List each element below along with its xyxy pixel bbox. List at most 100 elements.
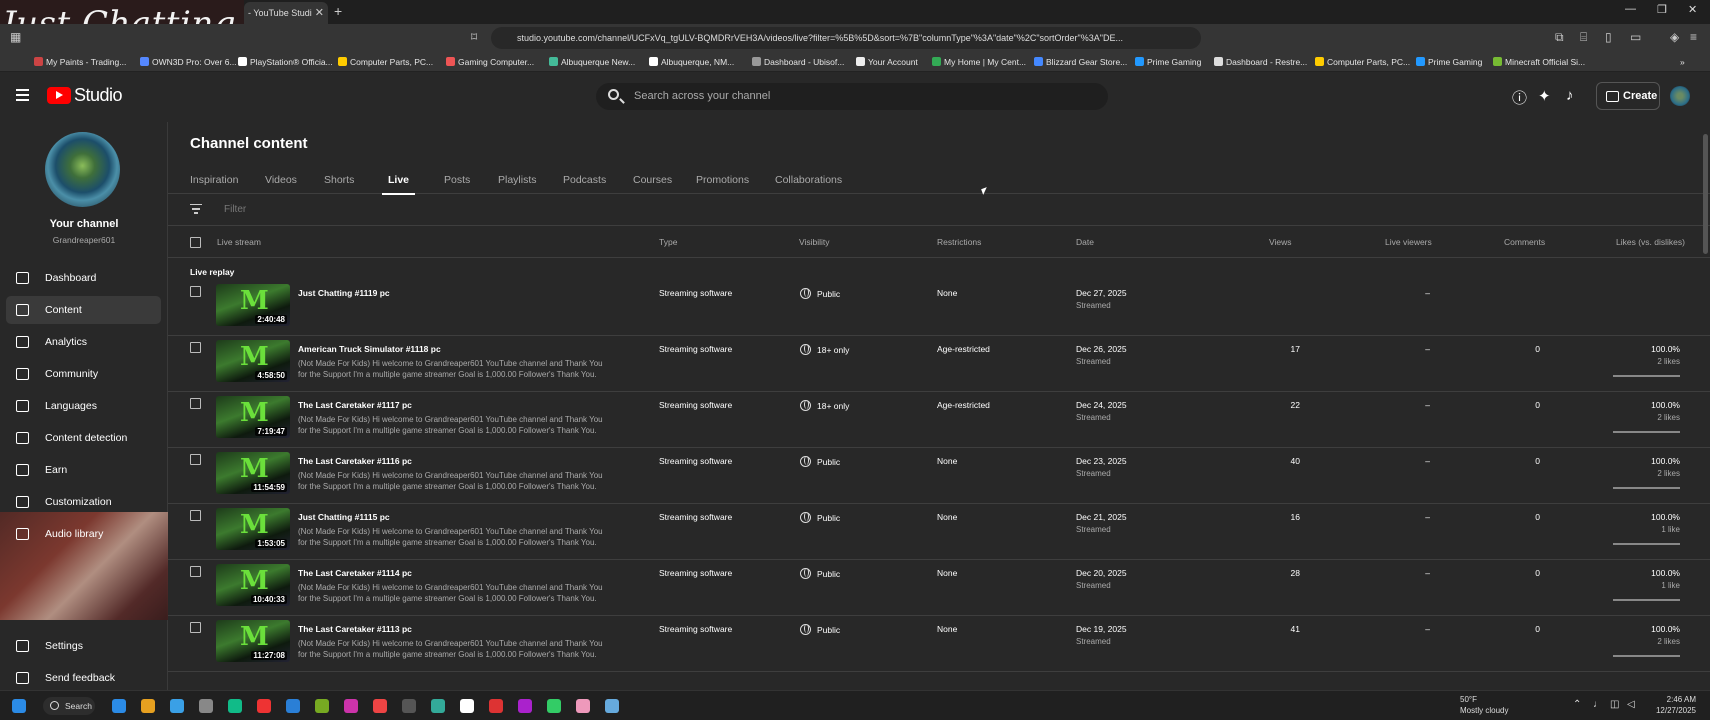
network-icon[interactable]: ◫ bbox=[1610, 699, 1619, 710]
table-row[interactable]: M 1:53:05 Just Chatting #1115 pc (Not Made … bbox=[168, 504, 1710, 560]
tab-close-icon[interactable]: ✕ bbox=[315, 2, 324, 24]
video-title[interactable]: The Last Caretaker #1114 pc bbox=[298, 568, 412, 578]
channel-avatar[interactable] bbox=[45, 132, 120, 207]
video-thumbnail[interactable]: M 2:40:48 bbox=[216, 284, 290, 326]
visibility-cell[interactable]: 18+ only bbox=[800, 344, 849, 355]
bookmark-item[interactable]: Dashboard - Restre... bbox=[1214, 52, 1307, 72]
taskbar-app-icon[interactable] bbox=[315, 699, 329, 713]
table-row[interactable]: M 11:27:08 The Last Caretaker #1113 pc (Not… bbox=[168, 616, 1710, 672]
sparkle-icon[interactable]: ✦ bbox=[1538, 87, 1551, 105]
visibility-cell[interactable]: Public bbox=[800, 624, 840, 635]
tab-inspiration[interactable]: Inspiration bbox=[190, 174, 238, 186]
taskbar-app-icon[interactable] bbox=[576, 699, 590, 713]
bookmark-item[interactable]: Your Account bbox=[856, 52, 918, 72]
taskbar-search[interactable]: Search bbox=[43, 697, 95, 715]
filter-icon[interactable] bbox=[190, 204, 202, 214]
taskbar-app-icon[interactable] bbox=[344, 699, 358, 713]
bookmark-item[interactable]: Albuquerque New... bbox=[549, 52, 635, 72]
bookmark-item[interactable]: Computer Parts, PC... bbox=[1315, 52, 1410, 72]
taskbar-app-icon[interactable] bbox=[460, 699, 474, 713]
video-thumbnail[interactable]: M 1:53:05 bbox=[216, 508, 290, 550]
sidebar-icon[interactable]: ▯ bbox=[1605, 30, 1612, 44]
clock[interactable]: 2:46 AM 12/27/2025 bbox=[1648, 694, 1696, 716]
browser-tab[interactable]: - YouTube Studi ✕ bbox=[244, 2, 328, 24]
sidebar-item-dashboard[interactable]: Dashboard bbox=[6, 264, 161, 292]
filter-bar[interactable]: Filter bbox=[168, 194, 1710, 226]
url-input[interactable]: studio.youtube.com/channel/UCFxVq_tgULV-… bbox=[491, 27, 1201, 49]
video-title[interactable]: Just Chatting #1115 pc bbox=[298, 512, 390, 522]
table-row[interactable]: M 2:40:48 Just Chatting #1119 pc Streaming … bbox=[168, 280, 1710, 336]
col-date[interactable]: Date bbox=[1076, 237, 1094, 247]
translate-icon[interactable]: ⌸ bbox=[1580, 30, 1587, 45]
create-button[interactable]: Create bbox=[1596, 82, 1660, 110]
studio-logo-text[interactable]: Studio bbox=[74, 85, 123, 106]
table-row[interactable]: M 11:54:59 The Last Caretaker #1116 pc (Not… bbox=[168, 448, 1710, 504]
bookmark-item[interactable]: Prime Gaming bbox=[1135, 52, 1201, 72]
taskbar-app-icon[interactable] bbox=[112, 699, 126, 713]
visibility-cell[interactable]: 18+ only bbox=[800, 400, 849, 411]
taskbar-app-icon[interactable] bbox=[257, 699, 271, 713]
bookmark-item[interactable]: Blizzard Gear Store... bbox=[1034, 52, 1127, 72]
extension-icon[interactable]: ⧉ bbox=[1555, 30, 1564, 45]
taskbar-app-icon[interactable] bbox=[373, 699, 387, 713]
tab-playlists[interactable]: Playlists bbox=[498, 174, 537, 186]
bookmark-item[interactable]: My Paints - Trading... bbox=[34, 52, 126, 72]
bookmark-item[interactable]: Prime Gaming bbox=[1416, 52, 1482, 72]
tab-collaborations[interactable]: Collaborations bbox=[775, 174, 842, 186]
row-checkbox[interactable] bbox=[190, 342, 201, 353]
taskbar-app-icon[interactable] bbox=[431, 699, 445, 713]
taskbar-app-icon[interactable] bbox=[518, 699, 532, 713]
taskbar-app-icon[interactable] bbox=[547, 699, 561, 713]
video-title[interactable]: The Last Caretaker #1116 pc bbox=[298, 456, 412, 466]
table-row[interactable]: M 7:19:47 The Last Caretaker #1117 pc (Not … bbox=[168, 392, 1710, 448]
row-checkbox[interactable] bbox=[190, 566, 201, 577]
tab-posts[interactable]: Posts bbox=[444, 174, 470, 186]
taskbar-app-icon[interactable] bbox=[228, 699, 242, 713]
weather-widget[interactable]: 50°F Mostly cloudy bbox=[1460, 694, 1508, 716]
row-checkbox[interactable] bbox=[190, 454, 201, 465]
taskbar-app-icon[interactable] bbox=[605, 699, 619, 713]
mic-icon[interactable]: ♩ bbox=[1593, 699, 1603, 710]
new-tab-button[interactable]: + bbox=[334, 3, 342, 19]
bookmarks-more-icon[interactable]: » bbox=[1680, 52, 1685, 72]
video-title[interactable]: The Last Caretaker #1113 pc bbox=[298, 624, 412, 634]
taskbar-app-icon[interactable] bbox=[170, 699, 184, 713]
video-title[interactable]: American Truck Simulator #1118 pc bbox=[298, 344, 441, 354]
taskbar-app-icon[interactable] bbox=[489, 699, 503, 713]
sidebar-item-send-feedback[interactable]: Send feedback bbox=[6, 664, 161, 692]
shield-icon[interactable]: ◈ bbox=[1670, 30, 1679, 44]
tray-chevron-icon[interactable]: ⌃ bbox=[1573, 699, 1581, 710]
row-checkbox[interactable] bbox=[190, 398, 201, 409]
sidebar-item-audio-library[interactable]: Audio library bbox=[6, 520, 161, 548]
browser-menu-icon[interactable]: ≡ bbox=[1690, 30, 1697, 44]
bookmark-item[interactable]: Computer Parts, PC... bbox=[338, 52, 433, 72]
tab-courses[interactable]: Courses bbox=[633, 174, 672, 186]
sidebar-item-earn[interactable]: Earn bbox=[6, 456, 161, 484]
visibility-cell[interactable]: Public bbox=[800, 288, 840, 299]
bookmark-item[interactable]: Albuquerque, NM... bbox=[649, 52, 734, 72]
scrollbar[interactable] bbox=[1703, 134, 1708, 254]
visibility-cell[interactable]: Public bbox=[800, 512, 840, 523]
sidebar-item-languages[interactable]: Languages bbox=[6, 392, 161, 420]
filter-input[interactable]: Filter bbox=[224, 204, 246, 215]
video-thumbnail[interactable]: M 10:40:33 bbox=[216, 564, 290, 606]
your-channel-label[interactable]: Your channel bbox=[0, 218, 168, 230]
table-row[interactable]: M 4:58:50 American Truck Simulator #1118 p… bbox=[168, 336, 1710, 392]
volume-icon[interactable]: ◁ bbox=[1627, 699, 1635, 710]
tab-live[interactable]: Live bbox=[381, 174, 416, 195]
sidebar-item-analytics[interactable]: Analytics bbox=[6, 328, 161, 356]
sidebar-item-community[interactable]: Community bbox=[6, 360, 161, 388]
select-all-checkbox[interactable] bbox=[190, 237, 201, 248]
account-avatar[interactable] bbox=[1670, 86, 1690, 106]
visibility-cell[interactable]: Public bbox=[800, 568, 840, 579]
sidebar-item-settings[interactable]: Settings bbox=[6, 632, 161, 660]
bookmark-icon[interactable]: ⌑ bbox=[471, 30, 477, 44]
tab-promotions[interactable]: Promotions bbox=[696, 174, 749, 186]
minimize-icon[interactable]: — bbox=[1625, 3, 1636, 15]
bookmark-item[interactable]: My Home | My Cent... bbox=[932, 52, 1026, 72]
search-input[interactable]: Search across your channel bbox=[596, 83, 1108, 110]
sidebar-item-content-detection[interactable]: Content detection bbox=[6, 424, 161, 452]
row-checkbox[interactable] bbox=[190, 286, 201, 297]
bookmark-item[interactable]: PlayStation® Officia... bbox=[238, 52, 333, 72]
video-thumbnail[interactable]: M 11:27:08 bbox=[216, 620, 290, 662]
